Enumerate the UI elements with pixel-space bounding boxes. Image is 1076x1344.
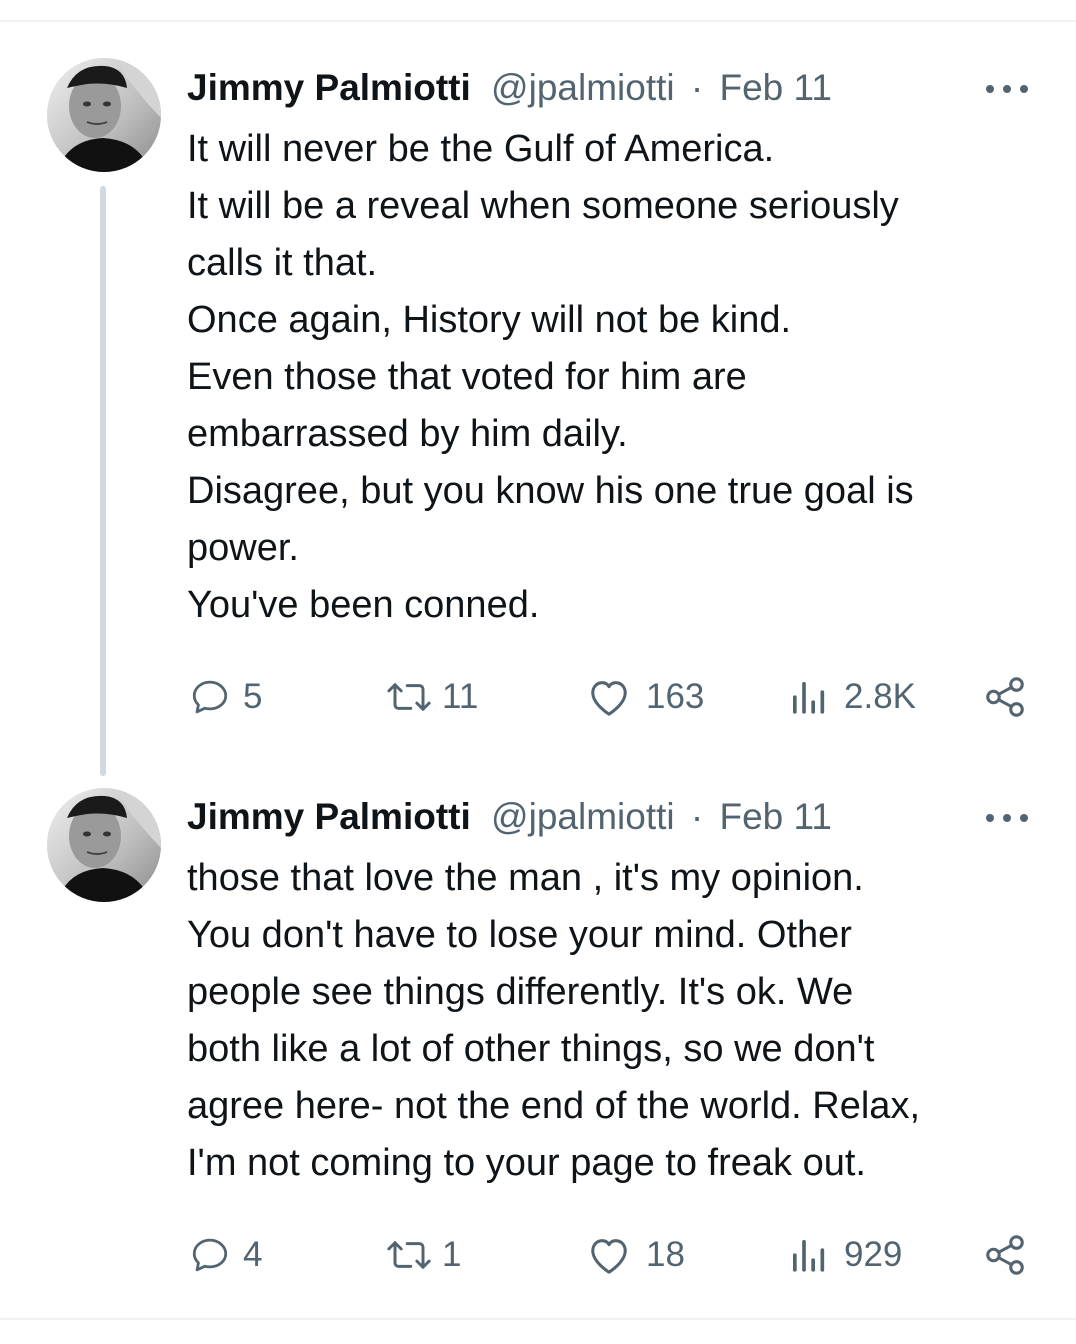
text-line: calls it that. — [187, 242, 378, 284]
share-button[interactable] — [982, 672, 1028, 722]
like-count: 18 — [646, 1235, 685, 1274]
text-line: embarrassed by him daily. — [187, 413, 628, 455]
more-dots-icon[interactable] — [982, 78, 1032, 98]
share-icon — [986, 677, 1024, 717]
views-count: 929 — [844, 1235, 903, 1274]
reply-button[interactable]: 4 — [189, 1230, 262, 1280]
retweet-button[interactable]: 1 — [384, 1230, 461, 1280]
avatar[interactable] — [47, 58, 161, 172]
more-dots-icon[interactable] — [982, 807, 1032, 827]
tweet-actions: 5 11 163 2.8K — [0, 672, 1076, 722]
reply-bubble-icon — [192, 680, 228, 714]
retweet-button[interactable]: 11 — [384, 672, 478, 722]
author-handle[interactable]: @jpalmiotti — [491, 796, 675, 837]
text-line: Even those that voted for him are — [187, 356, 747, 398]
text-line: You've been conned. — [187, 584, 540, 626]
tweet-header: Jimmy Palmiotti @jpalmiotti · Feb 11 — [187, 792, 832, 842]
tweet-text: those that love the man , it's my opinio… — [187, 850, 1047, 1192]
tweet-date[interactable]: Feb 11 — [720, 67, 832, 108]
text-line: agree here- not the end of the world. Re… — [187, 1085, 921, 1127]
retweet-icon — [387, 1241, 431, 1269]
text-line: It will never be the Gulf of America. — [187, 128, 775, 170]
separator: · — [690, 796, 704, 837]
heart-icon — [591, 1239, 627, 1274]
like-count: 163 — [646, 677, 705, 716]
text-line: those that love the man , it's my opinio… — [187, 857, 864, 899]
tweet-actions: 4 1 18 929 — [0, 1230, 1076, 1280]
views-button[interactable]: 2.8K — [788, 672, 916, 722]
like-button[interactable]: 163 — [586, 672, 704, 722]
tweet-header: Jimmy Palmiotti @jpalmiotti · Feb 11 — [187, 63, 832, 113]
retweet-count: 11 — [442, 677, 479, 716]
views-count: 2.8K — [844, 677, 916, 716]
top-divider — [0, 20, 1076, 22]
reply-button[interactable]: 5 — [189, 672, 262, 722]
text-line: I'm not coming to your page to freak out… — [187, 1142, 866, 1184]
reply-count: 5 — [243, 677, 263, 716]
text-line: power. — [187, 527, 299, 569]
text-line: You don't have to lose your mind. Other — [187, 914, 852, 956]
views-button[interactable]: 929 — [788, 1230, 902, 1280]
separator: · — [690, 67, 704, 108]
heart-icon — [591, 681, 627, 716]
author-handle[interactable]: @jpalmiotti — [491, 67, 675, 108]
retweet-count: 1 — [442, 1235, 462, 1274]
text-line: Disagree, but you know his one true goal… — [187, 470, 914, 512]
text-line: It will be a reveal when someone serious… — [187, 185, 899, 227]
views-bar-chart-icon — [793, 682, 825, 714]
text-line: people see things differently. It's ok. … — [187, 971, 854, 1013]
share-icon — [986, 1235, 1024, 1275]
tweet-date[interactable]: Feb 11 — [720, 796, 832, 837]
bottom-divider — [0, 1318, 1076, 1320]
tweet-text: It will never be the Gulf of America. It… — [187, 121, 1047, 634]
avatar[interactable] — [47, 788, 161, 902]
text-line: Once again, History will not be kind. — [187, 299, 792, 341]
author-name[interactable]: Jimmy Palmiotti — [187, 796, 471, 837]
share-button[interactable] — [982, 1230, 1028, 1280]
text-line: both like a lot of other things, so we d… — [187, 1028, 875, 1070]
like-button[interactable]: 18 — [586, 1230, 685, 1280]
reply-bubble-icon — [192, 1238, 228, 1272]
author-name[interactable]: Jimmy Palmiotti — [187, 67, 471, 108]
retweet-icon — [387, 683, 431, 711]
reply-count: 4 — [243, 1235, 263, 1274]
views-bar-chart-icon — [793, 1240, 825, 1272]
